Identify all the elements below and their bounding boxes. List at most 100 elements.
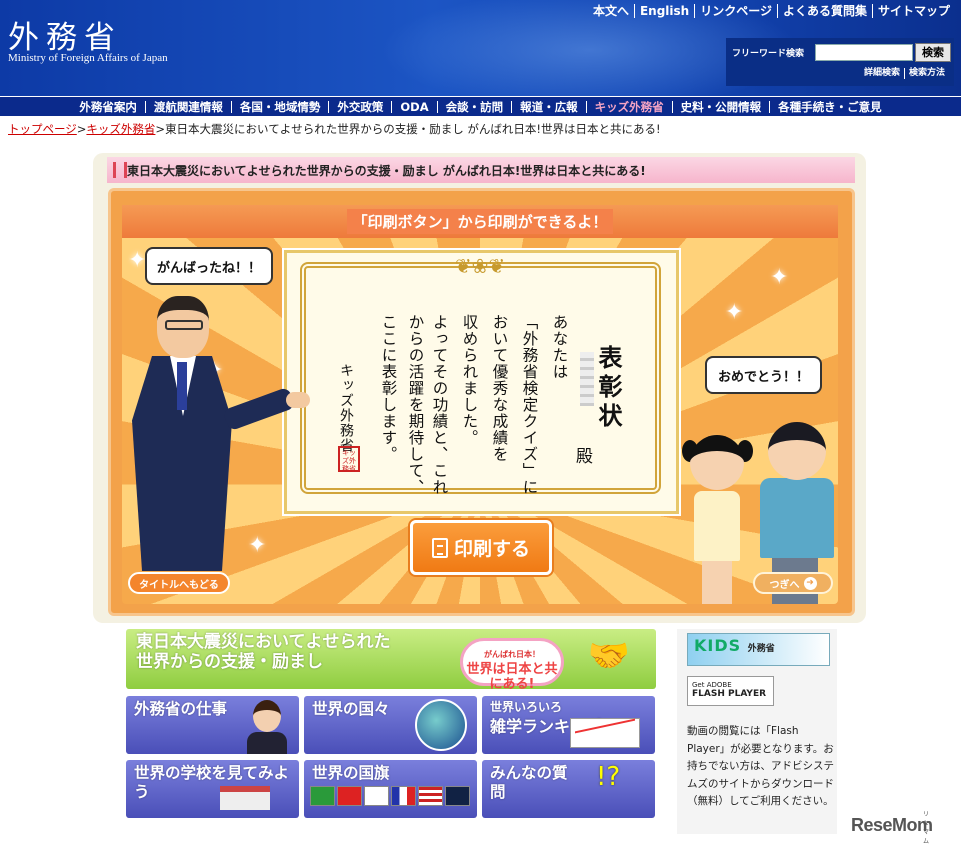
teacher-glasses [165, 320, 203, 330]
tile-label: 世界の学校を見てみよう [134, 764, 290, 801]
speech-bubble-teacher: がんばったね！！ [145, 247, 273, 285]
badge-small: がんばれ日本！ [484, 650, 540, 659]
ganbare-badge: がんばれ日本！ 世界は日本と共にある! [460, 638, 564, 689]
utility-links: 本文へ English リンクページ よくある質問集 サイトマップ [588, 4, 955, 18]
link-links-page[interactable]: リンクページ [694, 4, 777, 18]
flash-player: FLASH PLAYER [692, 689, 767, 699]
print-instruction-text: 「印刷ボタン」から印刷ができるよ！ [346, 209, 614, 234]
link-skip-to-content[interactable]: 本文へ [588, 4, 634, 18]
panel-title: 東日本大震災においてよせられた世界からの支援・励まし がんばれ日本!世界は日本と… [107, 157, 855, 183]
globe-icon [415, 699, 467, 751]
breadcrumb-separator: > [76, 122, 87, 136]
nav-item-archives[interactable]: 史料・公開情報 [671, 100, 770, 113]
tile-questions[interactable]: みんなの質問 [482, 760, 655, 818]
link-faq[interactable]: よくある質問集 [776, 4, 872, 18]
flags-icon [310, 786, 470, 814]
nav-item-about[interactable]: 外務省案内 [71, 101, 145, 113]
sparkle-icon: ✦ [128, 248, 147, 273]
nav-item-policy[interactable]: 外交政策 [328, 100, 391, 113]
next-button[interactable]: つぎへ ➜ [753, 572, 833, 594]
certificate-line: よってその功績と、これ [430, 314, 449, 496]
breadcrumb-current: 東日本大震災においてよせられた世界からの支援・励まし がんばれ日本!世界は日本と… [165, 122, 661, 136]
certificate-issuer: キッズ外務省 [338, 363, 354, 453]
get-flash-player-badge[interactable]: Get ADOBE FLASH PLAYER [687, 676, 774, 706]
certificate-line: ここに表彰します。 [379, 314, 398, 463]
certificate-honorific: 殿 [572, 447, 592, 465]
recipient-name-blurred [580, 352, 594, 406]
sparkle-icon: ✦ [725, 300, 744, 325]
global-nav: 外務省案内 渡航関連情報 各国・地域情勢 外交政策 ODA 会談・訪問 報道・広… [0, 97, 961, 118]
flash-note: 動画の閲覧には「Flash Player」が必要となります。お持ちでない方は、ア… [687, 725, 834, 807]
certificate-seal: キッズ外務省 [338, 446, 360, 473]
tile-label: 世界の国々 [312, 700, 390, 718]
speech-bubble-kids: おめでとう！！ [705, 356, 822, 394]
print-instruction-banner: 「印刷ボタン」から印刷ができるよ！ [122, 205, 838, 238]
watermark-logo: ReseMom リセマム [851, 812, 933, 845]
certificate-line: あなたは [550, 314, 569, 380]
arrow-right-icon: ➜ [803, 576, 817, 590]
banner-earthquake-support[interactable]: 東日本大震災においてよせられた 世界からの支援・励まし がんばれ日本！ 世界は日本… [126, 629, 656, 689]
search-box: フリーワード検索 検索 詳細検索 検索方法 [726, 38, 954, 86]
teacher-hand [286, 392, 310, 408]
badge-main: 世界は日本と共にある! [466, 662, 558, 689]
tile-label: みんなの質問 [490, 764, 568, 801]
boy-character [760, 478, 834, 558]
link-advanced-search[interactable]: 詳細検索 [860, 68, 904, 79]
kids-logo-sub: 外務省 [747, 644, 775, 654]
watermark-brand: ReseMom [851, 815, 933, 835]
tile-world-schools[interactable]: 世界の学校を見てみよう [126, 760, 299, 818]
teacher-tie [177, 362, 187, 410]
chart-icon [570, 718, 640, 748]
site-logo[interactable]: 外務省 [8, 12, 122, 57]
question-mark-icon: !? [596, 762, 621, 792]
breadcrumb-home[interactable]: トップページ [8, 122, 77, 136]
link-sitemap[interactable]: サイトマップ [871, 4, 955, 18]
search-label: フリーワード検索 [732, 49, 805, 59]
girl-head [690, 435, 744, 490]
certificate-ornament: ❦❀❦ [454, 254, 506, 278]
search-links: 詳細検索 検索方法 [860, 68, 949, 79]
certificate-line: からの活躍を期待して、 [406, 314, 425, 496]
search-input[interactable] [815, 44, 913, 61]
sparkle-icon: ✦ [248, 533, 267, 558]
search-button[interactable]: 検索 [915, 43, 951, 62]
certificate-line: 「外務省検定クイズ」に [520, 314, 539, 496]
print-button[interactable]: 印刷する [410, 520, 552, 575]
kids-mofa-banner[interactable]: KIDS 外務省 [687, 633, 830, 666]
link-english[interactable]: English [633, 4, 694, 18]
girl-legs [702, 558, 732, 604]
woman-avatar-icon [245, 700, 289, 754]
breadcrumb-separator: > [155, 122, 166, 136]
certificate-line: 収められました。 [460, 314, 479, 446]
banner-line: 東日本大震災においてよせられた [136, 632, 391, 652]
sparkle-icon: ✦ [770, 265, 789, 290]
nav-item-travel[interactable]: 渡航関連情報 [144, 100, 231, 113]
site-logo-english[interactable]: Ministry of Foreign Affairs of Japan [8, 52, 168, 64]
tile-label-small: 世界いろいろ [490, 700, 563, 714]
certificate-title: 表彰状 [594, 345, 623, 432]
nav-item-press[interactable]: 報道・広報 [511, 100, 586, 113]
school-icon [220, 786, 270, 810]
breadcrumb-kids[interactable]: キッズ外務省 [86, 122, 155, 136]
nav-item-regions[interactable]: 各国・地域情勢 [230, 100, 329, 113]
link-search-help[interactable]: 検索方法 [903, 68, 949, 79]
print-button-label: 印刷する [453, 538, 530, 560]
breadcrumb: トップページ>キッズ外務省>東日本大震災においてよせられた世界からの支援・励まし… [8, 121, 661, 137]
document-icon [431, 537, 448, 558]
nav-item-oda[interactable]: ODA [391, 100, 436, 113]
nav-item-kids[interactable]: キッズ外務省 [585, 100, 672, 113]
flash-get: Get ADOBE [692, 681, 732, 689]
nav-item-meetings[interactable]: 会談・訪問 [436, 100, 512, 113]
certificate-line: おいて優秀な成績を [490, 314, 509, 463]
girl-character [694, 491, 740, 561]
nav-item-procedures[interactable]: 各種手続き・ご意見 [769, 100, 890, 113]
kids-logo: KIDS [694, 636, 742, 655]
tile-label: 世界の国旗 [312, 764, 390, 782]
site-header: 外務省 Ministry of Foreign Affairs of Japan… [0, 0, 961, 96]
banner-line: 世界からの支援・励まし [136, 652, 323, 672]
tile-label: 外務省の仕事 [134, 700, 228, 718]
watermark-sub: リセマム [923, 812, 929, 845]
boy-head [768, 422, 826, 480]
handshake-icon: 🤝 [587, 636, 631, 676]
back-to-title-button[interactable]: タイトルへもどる [128, 572, 230, 594]
